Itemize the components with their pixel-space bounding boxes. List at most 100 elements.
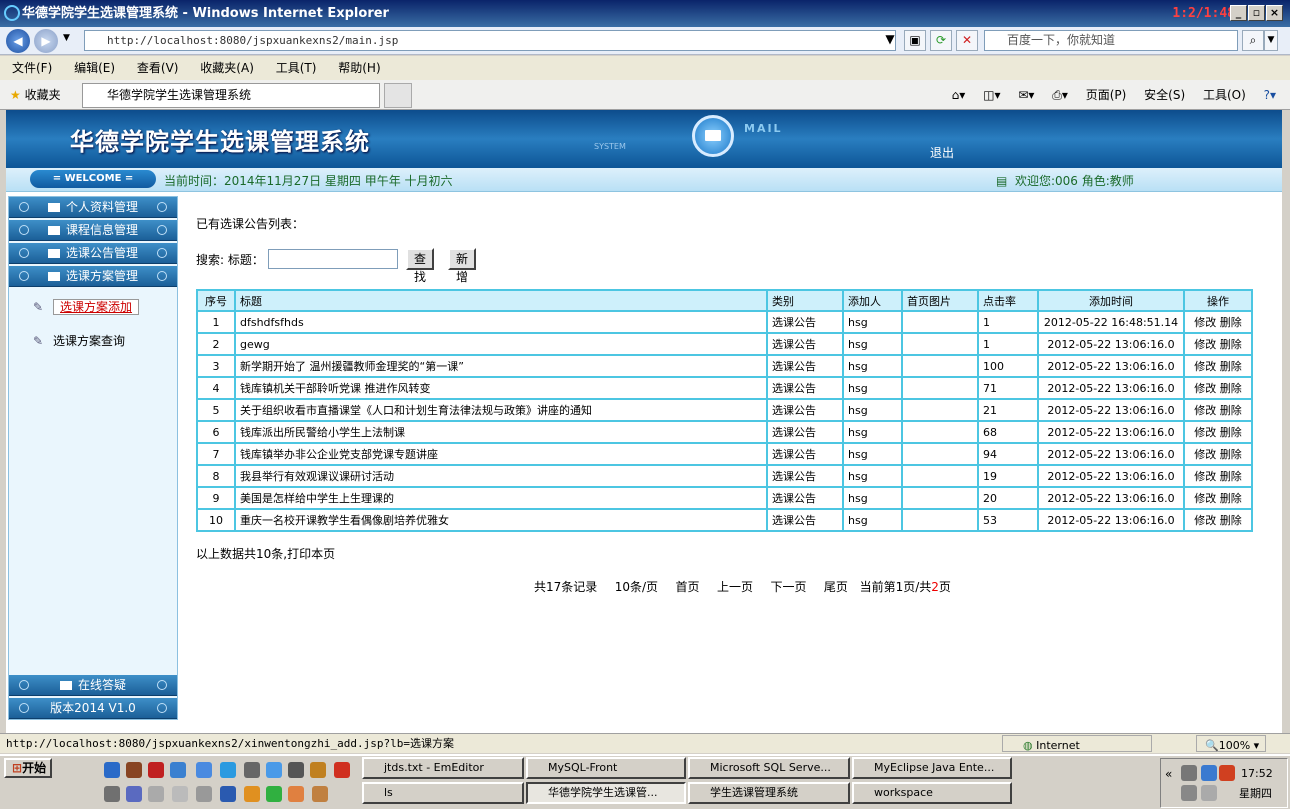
compat-view-icon[interactable]: ▣ xyxy=(904,30,926,51)
quicklaunch-icon[interactable] xyxy=(148,786,164,802)
search-input[interactable]: 百度一下，你就知道 xyxy=(984,30,1238,51)
edit-link[interactable]: 修改 xyxy=(1194,426,1216,439)
delete-link[interactable]: 删除 xyxy=(1220,382,1242,395)
pager-first[interactable]: 首页 xyxy=(676,580,700,594)
quicklaunch-icon[interactable] xyxy=(172,786,188,802)
quicklaunch-icon[interactable] xyxy=(288,786,304,802)
sidebar-menu-profile[interactable]: 个人资料管理 xyxy=(9,197,177,218)
title-search-input[interactable] xyxy=(268,249,398,269)
sidebar-menu-plans[interactable]: 选课方案管理 xyxy=(9,266,177,287)
delete-link[interactable]: 删除 xyxy=(1220,404,1242,417)
quicklaunch-icon[interactable] xyxy=(244,762,260,778)
edit-link[interactable]: 修改 xyxy=(1194,382,1216,395)
pager-prev[interactable]: 上一页 xyxy=(717,580,753,594)
delete-link[interactable]: 删除 xyxy=(1220,426,1242,439)
pager-last[interactable]: 尾页 xyxy=(824,580,848,594)
minimize-button[interactable]: _ xyxy=(1230,5,1247,21)
print-icon[interactable]: ⎙▾ xyxy=(1052,88,1068,102)
edit-link[interactable]: 修改 xyxy=(1194,470,1216,483)
zoom-control[interactable]: 🔍100% ▾ xyxy=(1196,735,1266,752)
delete-link[interactable]: 删除 xyxy=(1220,316,1242,329)
quicklaunch-icon[interactable] xyxy=(170,762,186,778)
quicklaunch-icon[interactable] xyxy=(104,786,120,802)
url-dropdown-icon[interactable]: ▼ xyxy=(882,30,898,51)
edit-link[interactable]: 修改 xyxy=(1194,448,1216,461)
forward-button[interactable]: ▶ xyxy=(34,29,58,53)
quicklaunch-icon[interactable] xyxy=(334,762,350,778)
task-folder-workspace[interactable]: workspace xyxy=(852,782,1012,804)
task-mysql-front[interactable]: MySQL-Front xyxy=(526,757,686,779)
menu-tools-cmd[interactable]: 工具(O) xyxy=(1203,88,1246,102)
browser-tab-active[interactable]: 华德学院学生选课管理系统 xyxy=(82,83,380,108)
menu-file[interactable]: 文件(F) xyxy=(12,61,52,75)
quicklaunch-icon[interactable] xyxy=(310,762,326,778)
menu-view[interactable]: 查看(V) xyxy=(137,61,179,75)
search-options-icon[interactable]: ▼ xyxy=(1264,30,1278,51)
close-button[interactable]: × xyxy=(1266,5,1283,21)
delete-link[interactable]: 删除 xyxy=(1220,514,1242,527)
tray-icon[interactable] xyxy=(1219,765,1235,781)
find-button[interactable]: 查找 xyxy=(406,248,435,284)
quicklaunch-icon[interactable] xyxy=(126,786,142,802)
delete-link[interactable]: 删除 xyxy=(1220,360,1242,373)
edit-link[interactable]: 修改 xyxy=(1194,492,1216,505)
delete-link[interactable]: 删除 xyxy=(1220,492,1242,505)
new-tab-button[interactable] xyxy=(384,83,412,108)
tray-icon[interactable] xyxy=(1201,785,1217,801)
quicklaunch-icon[interactable] xyxy=(196,786,212,802)
task-folder-ls[interactable]: ls xyxy=(362,782,524,804)
help-icon[interactable]: ?▾ xyxy=(1264,88,1276,102)
restore-button[interactable]: ▫ xyxy=(1248,5,1265,21)
favorites-button[interactable]: ★ 收藏夹 xyxy=(10,86,61,103)
edit-link[interactable]: 修改 xyxy=(1194,514,1216,527)
quicklaunch-icon[interactable] xyxy=(288,762,304,778)
task-emeditor[interactable]: jtds.txt - EmEditor xyxy=(362,757,524,779)
back-button[interactable]: ◀ xyxy=(6,29,30,53)
quicklaunch-icon[interactable] xyxy=(220,786,236,802)
task-myeclipse[interactable]: MyEclipse Java Ente... xyxy=(852,757,1012,779)
quicklaunch-icon[interactable] xyxy=(126,762,142,778)
edit-link[interactable]: 修改 xyxy=(1194,404,1216,417)
task-ie-active[interactable]: 华德学院学生选课管... xyxy=(526,782,686,804)
pager-next[interactable]: 下一页 xyxy=(770,580,806,594)
quicklaunch-icon[interactable] xyxy=(196,762,212,778)
sidebar-item-plan-query[interactable]: ✎ 选课方案查询 xyxy=(33,331,125,351)
tray-icon[interactable] xyxy=(1181,765,1197,781)
home-icon[interactable]: ⌂▾ xyxy=(952,88,966,102)
sidebar-menu-notices[interactable]: 选课公告管理 xyxy=(9,243,177,264)
stop-icon[interactable]: ✕ xyxy=(956,30,978,51)
sidebar-menu-qa[interactable]: 在线答疑 xyxy=(9,675,177,696)
task-sql-server[interactable]: Microsoft SQL Serve... xyxy=(688,757,850,779)
tray-expand-icon[interactable]: « xyxy=(1165,767,1172,781)
menu-tools[interactable]: 工具(T) xyxy=(276,61,317,75)
start-button[interactable]: ⊞开始 xyxy=(4,758,52,778)
search-icon[interactable]: ⌕ xyxy=(1242,30,1264,51)
sidebar-item-plan-add[interactable]: ✎ 选课方案添加 xyxy=(33,297,140,317)
quicklaunch-icon[interactable] xyxy=(148,762,164,778)
menu-help[interactable]: 帮助(H) xyxy=(338,61,380,75)
delete-link[interactable]: 删除 xyxy=(1220,338,1242,351)
add-button[interactable]: 新增 xyxy=(448,248,477,284)
delete-link[interactable]: 删除 xyxy=(1220,470,1242,483)
quicklaunch-icon[interactable] xyxy=(312,786,328,802)
quicklaunch-icon[interactable] xyxy=(266,786,282,802)
url-field[interactable]: http://localhost:8080/jspxuankexns2/main… xyxy=(84,30,896,51)
task-folder-system[interactable]: 学生选课管理系统 xyxy=(688,782,850,804)
quicklaunch-icon[interactable] xyxy=(266,762,282,778)
menu-edit[interactable]: 编辑(E) xyxy=(74,61,115,75)
quicklaunch-icon[interactable] xyxy=(220,762,236,778)
quicklaunch-icon[interactable] xyxy=(104,762,120,778)
mail-icon[interactable]: ✉▾ xyxy=(1018,88,1034,102)
tray-icon[interactable] xyxy=(1201,765,1217,781)
delete-link[interactable]: 删除 xyxy=(1220,448,1242,461)
edit-link[interactable]: 修改 xyxy=(1194,360,1216,373)
menu-favorites[interactable]: 收藏夹(A) xyxy=(200,61,254,75)
menu-page[interactable]: 页面(P) xyxy=(1086,88,1127,102)
refresh-icon[interactable]: ⟳ xyxy=(930,30,952,51)
menu-safety[interactable]: 安全(S) xyxy=(1144,88,1185,102)
sidebar-menu-courses[interactable]: 课程信息管理 xyxy=(9,220,177,241)
logout-link[interactable]: 退出 xyxy=(930,144,954,161)
quicklaunch-icon[interactable] xyxy=(244,786,260,802)
tray-icon[interactable] xyxy=(1181,785,1197,801)
edit-link[interactable]: 修改 xyxy=(1194,316,1216,329)
